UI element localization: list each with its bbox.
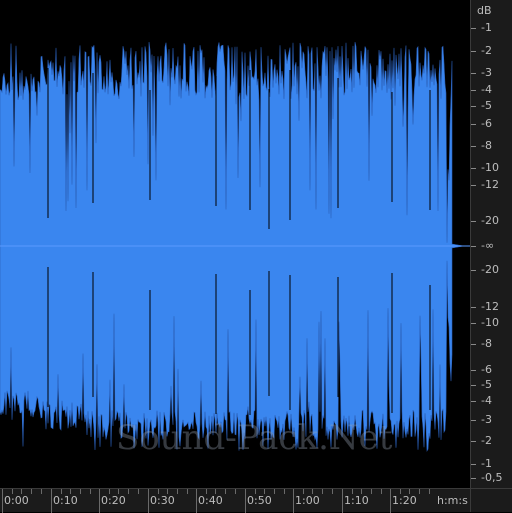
db-label-center: -∞ (481, 239, 495, 252)
time-minor-tick (138, 489, 139, 494)
db-tick (471, 370, 476, 371)
db-tick (471, 478, 476, 479)
db-tick (471, 344, 476, 345)
time-label: 0:40 (198, 494, 223, 507)
waveform-svg[interactable] (0, 0, 470, 488)
db-label-lower: -6 (481, 363, 492, 376)
db-label-lower: -3 (481, 413, 492, 426)
db-tick (471, 270, 476, 271)
time-major-tick (196, 489, 197, 513)
db-tick (471, 323, 476, 324)
db-label-lower: -1 (481, 457, 492, 470)
db-label-lower: -2 (481, 434, 492, 447)
watermark-text: Sound-Pack.Net (116, 418, 393, 458)
db-tick (471, 124, 476, 125)
db-label-upper: -2 (481, 44, 492, 57)
time-minor-tick (274, 489, 275, 494)
db-tick (471, 168, 476, 169)
time-minor-tick (90, 489, 91, 494)
time-label: 1:10 (344, 494, 369, 507)
time-minor-tick (381, 489, 382, 494)
db-tick (471, 185, 476, 186)
audio-editor-view: dB -1 -2 -3 -4 -5 -6 -8 -10 -12 -20 -∞ -20 -12 -10 -8 -… (0, 0, 512, 513)
time-label: 0:50 (247, 494, 272, 507)
time-minor-tick (235, 489, 236, 494)
time-minor-tick (41, 489, 42, 494)
waveform-plot[interactable] (0, 0, 470, 488)
db-label-upper: -5 (481, 99, 492, 112)
time-minor-tick (419, 489, 420, 494)
time-label: 0:30 (150, 494, 175, 507)
time-ruler[interactable]: 0:00 0:10 0:20 0:30 0:40 0:50 1:00 1:10 1:20 (0, 488, 470, 513)
db-label-upper: -6 (481, 117, 492, 130)
db-label-upper: -1 (481, 21, 492, 34)
time-label: 1:20 (392, 494, 417, 507)
db-label-lower: -20 (481, 263, 499, 276)
time-minor-tick (429, 489, 430, 494)
time-unit-box: h:m:s (437, 488, 512, 512)
time-label: 0:10 (53, 494, 78, 507)
time-minor-tick (371, 489, 372, 494)
time-label: 0:00 (4, 494, 29, 507)
db-tick (471, 307, 476, 308)
time-major-tick (148, 489, 149, 513)
db-label-lower: -10 (481, 316, 499, 329)
db-tick (471, 385, 476, 386)
db-tick (471, 441, 476, 442)
db-tick (471, 90, 476, 91)
time-major-tick (342, 489, 343, 513)
time-minor-tick (322, 489, 323, 494)
db-tick (471, 464, 476, 465)
time-minor-tick (31, 489, 32, 494)
db-tick (471, 221, 476, 222)
db-label-lower: -4 (481, 394, 492, 407)
db-label-lower: -8 (481, 337, 492, 350)
db-tick (471, 420, 476, 421)
db-scale: dB -1 -2 -3 -4 -5 -6 -8 -10 -12 -20 -∞ -20 -12 -10 -8 -… (470, 0, 512, 488)
time-major-tick (293, 489, 294, 513)
db-tick (471, 401, 476, 402)
db-tick (471, 106, 476, 107)
time-major-tick (51, 489, 52, 513)
time-major-tick (99, 489, 100, 513)
db-tick (471, 51, 476, 52)
time-minor-tick (187, 489, 188, 494)
db-label-upper: -8 (481, 139, 492, 152)
db-label-lower: -5 (481, 378, 492, 391)
db-tick (471, 28, 476, 29)
db-label-lower: -0,5 (481, 471, 503, 484)
db-tick (471, 73, 476, 74)
time-major-tick (390, 489, 391, 513)
db-tick (471, 146, 476, 147)
db-label-upper: -3 (481, 66, 492, 79)
time-minor-tick (177, 489, 178, 494)
db-label-upper: -10 (481, 161, 499, 174)
db-unit-label: dB (477, 4, 492, 17)
time-unit-label: h:m:s (437, 494, 468, 507)
time-minor-tick (225, 489, 226, 494)
db-tick (471, 246, 476, 247)
db-label-upper: -20 (481, 214, 499, 227)
time-minor-tick (332, 489, 333, 494)
db-label-lower: -12 (481, 300, 499, 313)
time-label: 1:00 (295, 494, 320, 507)
time-minor-tick (128, 489, 129, 494)
time-minor-tick (80, 489, 81, 494)
time-minor-tick (284, 489, 285, 494)
time-major-tick (2, 489, 3, 513)
db-label-upper: -12 (481, 178, 499, 191)
time-major-tick (245, 489, 246, 513)
db-label-upper: -4 (481, 83, 492, 96)
time-label: 0:20 (101, 494, 126, 507)
